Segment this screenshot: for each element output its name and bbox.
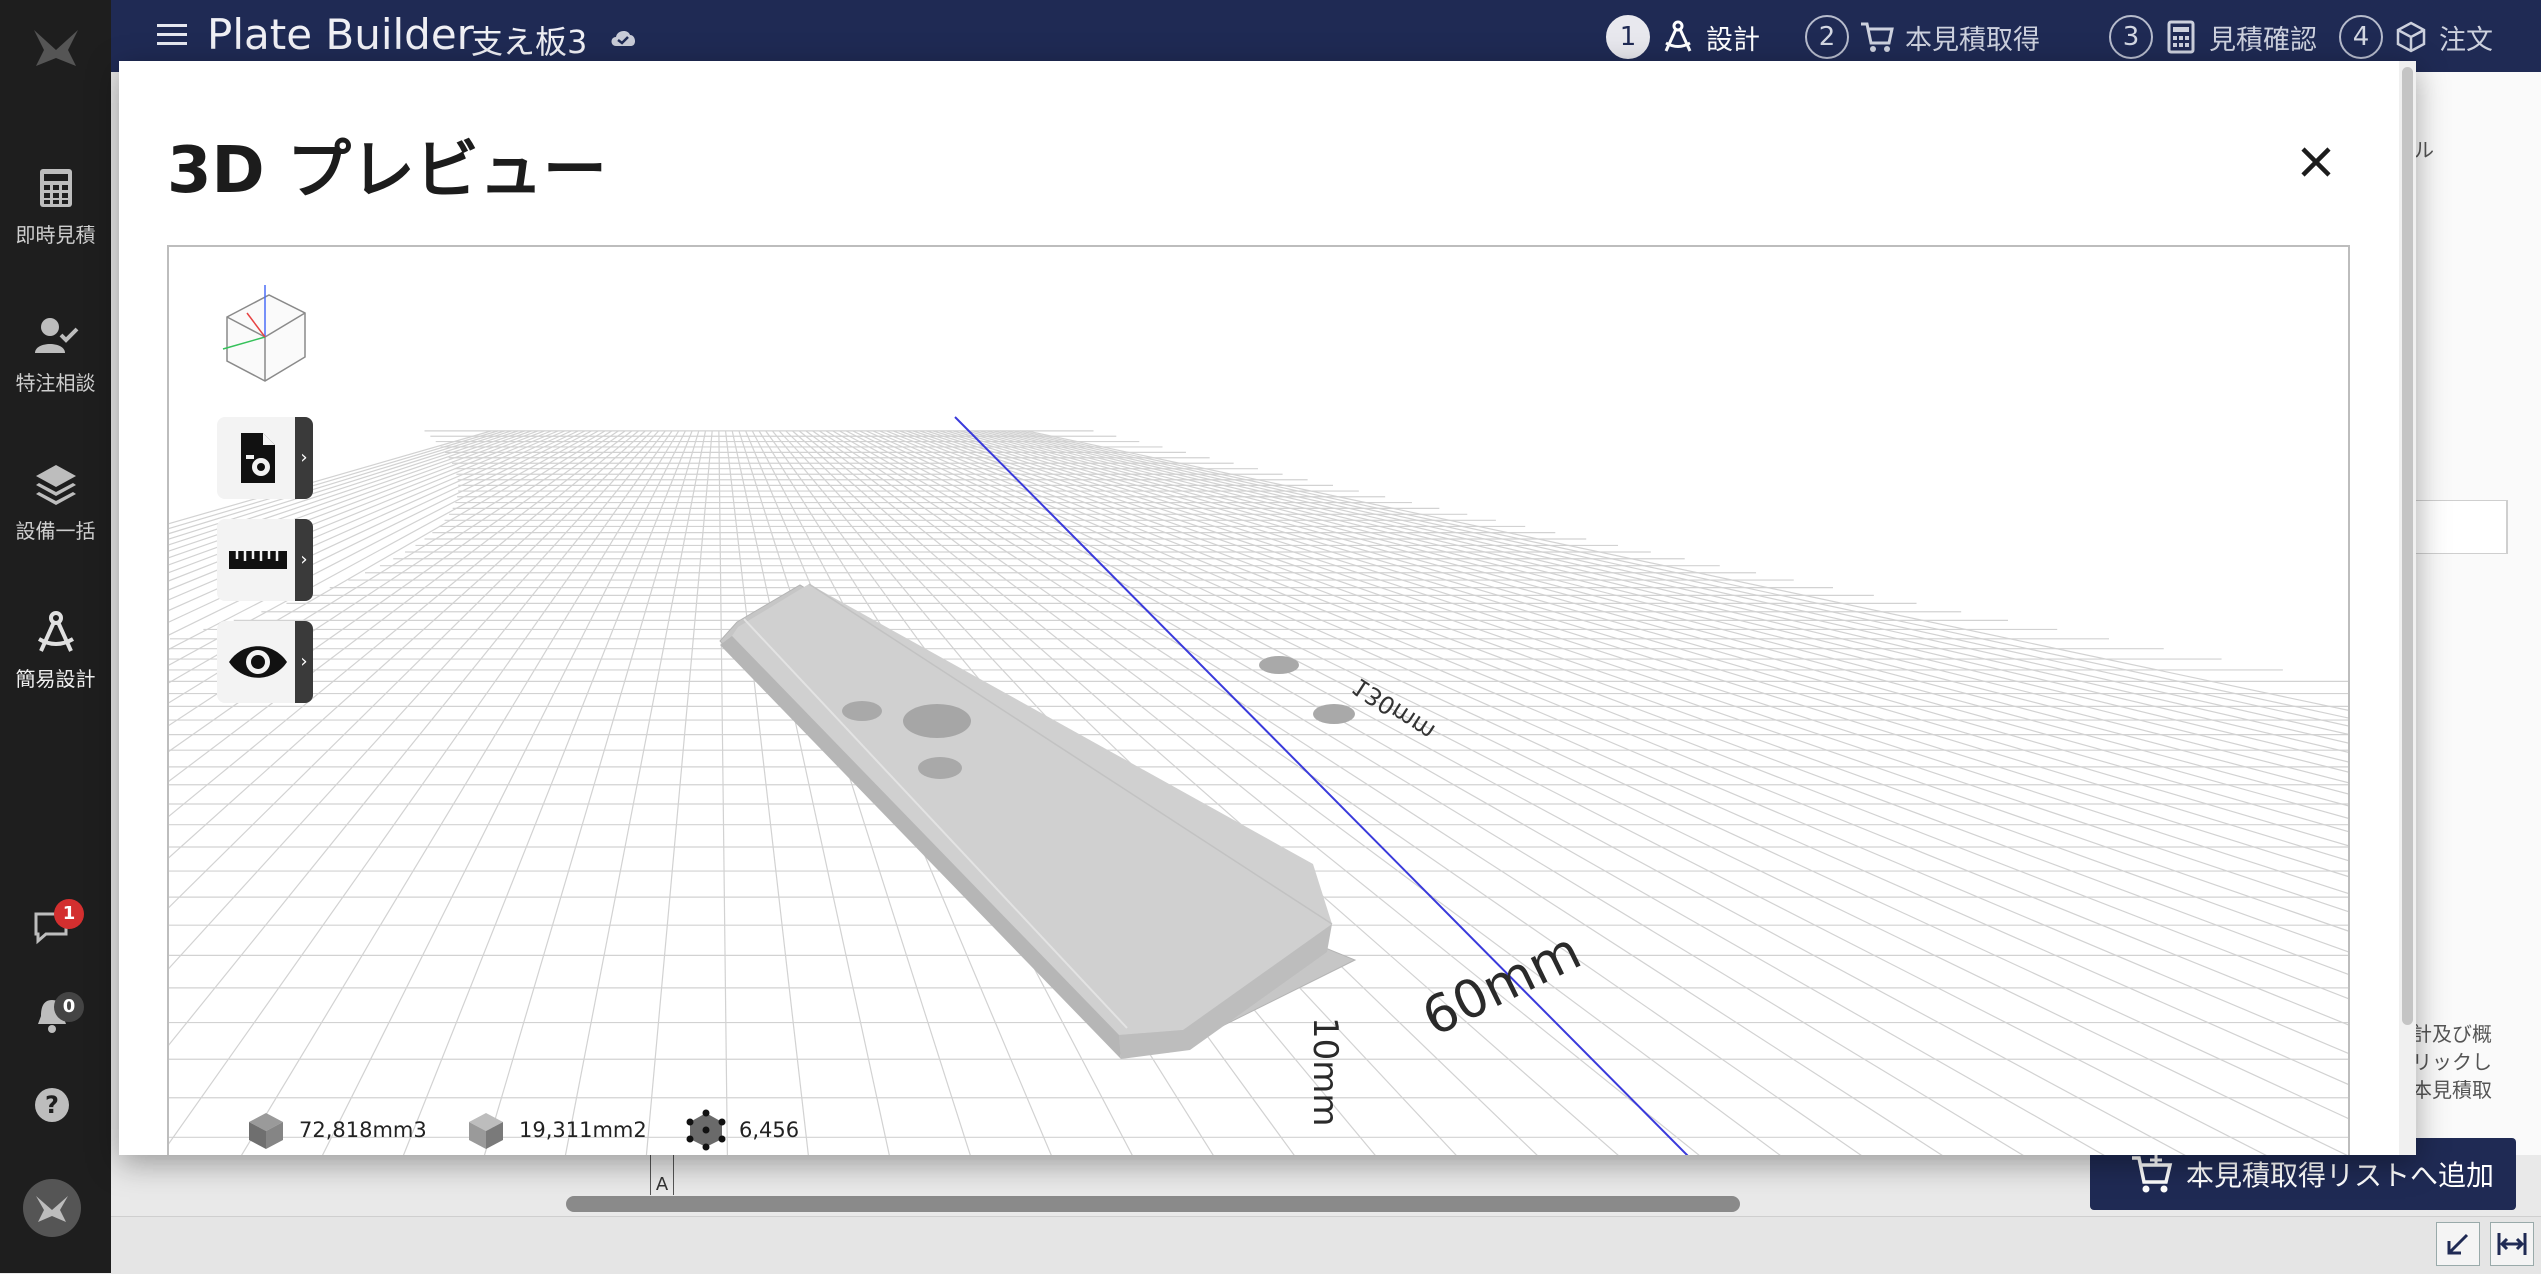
calculator-icon [39, 168, 72, 207]
sidebar-item-custom-consult[interactable]: 特注相談 [0, 294, 111, 414]
ruler-icon [229, 551, 287, 569]
visibility-button[interactable]: › [217, 621, 313, 703]
hole [903, 704, 971, 738]
svg-text:?: ? [45, 1091, 59, 1119]
hole [1259, 656, 1299, 674]
step-formal-quote[interactable]: 2 本見積取得 [1805, 12, 2040, 62]
surface-area-stat: 19,311mm2 [465, 1109, 647, 1151]
bg-fragment-text: 本見積取 [2412, 1078, 2492, 1102]
avatar[interactable] [22, 1178, 82, 1238]
sidebar-item-equipment-bulk[interactable]: 設備一括 [0, 442, 111, 562]
bg-fragment-text: 計及び概 [2412, 1022, 2492, 1046]
compass-draw-icon [37, 610, 74, 652]
fit-width-icon [2497, 1233, 2527, 1255]
3d-scene[interactable]: 130mm 60mm 10mm [169, 247, 2350, 1155]
bg-fragment-text: ル [2414, 138, 2434, 162]
step-number: 4 [2339, 15, 2383, 59]
triangle-count-value: 6,456 [739, 1118, 800, 1142]
sidebar-item-label: 即時見積 [15, 222, 96, 247]
bottom-status-strip [111, 1216, 2541, 1274]
step-number: 1 [1606, 15, 1650, 59]
cube-surface-icon [469, 1113, 503, 1149]
hole [918, 757, 962, 779]
step-design[interactable]: 1 設計 [1606, 12, 1760, 62]
3d-viewport[interactable]: 130mm 60mm 10mm › › › 72,818mm3 19,311mm… [167, 245, 2350, 1155]
fit-width-button[interactable] [2490, 1222, 2534, 1266]
horizontal-scrollbar[interactable] [566, 1196, 1740, 1212]
file-gear-icon [241, 433, 275, 483]
expand-chevron-icon[interactable]: › [295, 519, 313, 601]
dimension-thickness-label: 10mm [1305, 1017, 1345, 1127]
sidebar: 即時見積 特注相談 設備一括 簡易設計 1 0 ? [0, 0, 111, 1273]
person-check-icon [34, 317, 78, 353]
sidebar-item-label: 特注相談 [15, 370, 96, 395]
sidebar-item-instant-quote[interactable]: 即時見積 [0, 146, 111, 266]
cart-icon [1861, 22, 1894, 52]
chat-badge: 1 [54, 899, 84, 929]
close-icon[interactable] [2291, 137, 2341, 187]
step-number: 3 [2109, 15, 2153, 59]
bg-fragment-text: リックし [2412, 1050, 2492, 1074]
app-title: Plate Builder [207, 10, 474, 59]
step-number: 2 [1805, 15, 1849, 59]
modal-title: 3D プレビュー [167, 134, 607, 208]
measure-button[interactable]: › [217, 519, 313, 601]
app-logo-icon[interactable] [28, 20, 84, 76]
add-to-quote-list-label: 本見積取得リストへ追加 [2186, 1159, 2495, 1192]
surface-area-value: 19,311mm2 [519, 1118, 647, 1142]
bg-input-field [2400, 500, 2508, 554]
cart-add-icon [2132, 1154, 2173, 1193]
volume-value: 72,818mm3 [299, 1118, 427, 1142]
volume-stat: 72,818mm3 [245, 1109, 427, 1151]
ruler-marker: A [650, 1155, 674, 1195]
step-order[interactable]: 4 注文 [2339, 12, 2493, 62]
file-info-button[interactable]: › [217, 417, 313, 499]
hole [1313, 704, 1355, 724]
step-label: 設計 [1706, 24, 1760, 56]
expand-chevron-icon[interactable]: › [295, 417, 313, 499]
preview-modal: 3D プレビュー 130mm 60mm 10mm › › › 72,818mm3… [119, 61, 2416, 1155]
notification-badge: 0 [54, 992, 84, 1022]
triangle-count-stat: 6,456 [685, 1109, 799, 1151]
sidebar-item-label: 設備一括 [15, 518, 96, 543]
scrollbar-thumb[interactable] [2402, 67, 2413, 1025]
step-quote-confirm[interactable]: 3 見積確認 [2109, 12, 2317, 62]
ground-grid [169, 430, 2348, 1155]
view-cube-icon[interactable] [217, 283, 313, 387]
compass-draw-icon [1664, 20, 1692, 52]
mesh-icon [686, 1109, 726, 1151]
calculator-icon [2167, 20, 2195, 54]
layers-icon [35, 464, 76, 505]
expand-chevron-icon[interactable]: › [295, 621, 313, 703]
help-icon[interactable]: ? [30, 1083, 74, 1127]
cube-icon [2396, 21, 2426, 53]
plate-model[interactable] [719, 547, 1357, 1059]
cube-solid-icon [249, 1113, 283, 1149]
step-label: 注文 [2439, 24, 2493, 56]
eye-icon [229, 646, 287, 678]
project-name[interactable]: 支え板3 [471, 17, 587, 63]
sidebar-item-simple-design[interactable]: 簡易設計 [0, 590, 111, 710]
menu-icon[interactable] [157, 22, 187, 48]
modal-scrollbar[interactable] [2399, 61, 2416, 1155]
step-label: 見積確認 [2209, 24, 2317, 56]
hole [842, 701, 882, 721]
arrow-down-left-icon [2447, 1233, 2469, 1255]
shrink-button[interactable] [2436, 1222, 2480, 1266]
sidebar-item-label: 簡易設計 [15, 666, 96, 691]
step-label: 本見積取得 [1905, 24, 2040, 56]
cloud-saved-icon [611, 31, 636, 46]
